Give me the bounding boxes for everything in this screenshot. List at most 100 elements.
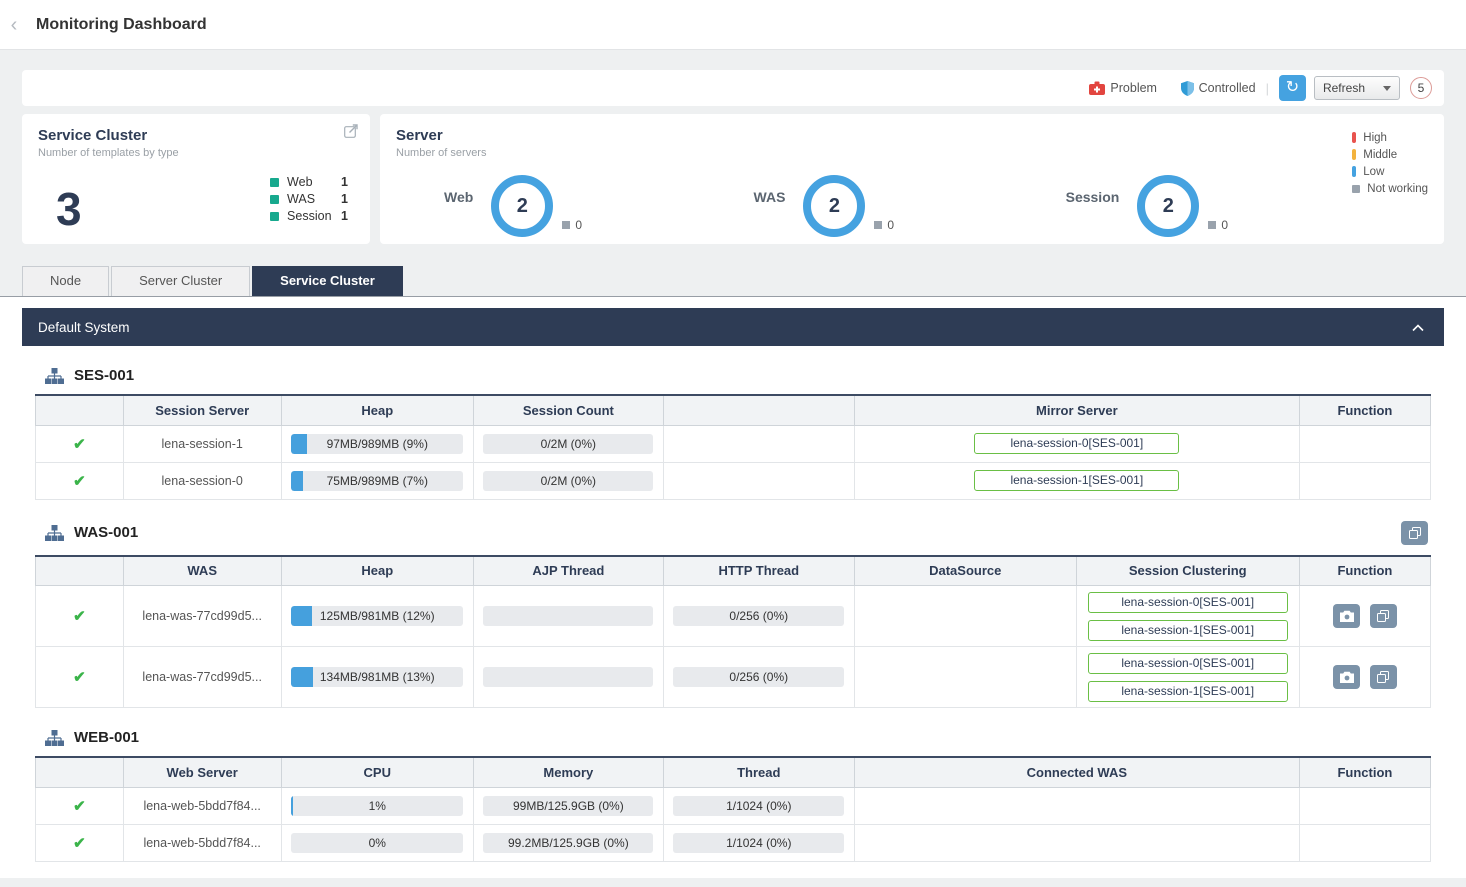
thread-dump-all-button[interactable] [1401,521,1428,545]
table-row: ✔ lena-was-77cd99d5... 134MB/981MB (13%)… [36,647,1431,708]
legend-label: WAS [287,192,341,206]
bar-fill [291,606,312,626]
cluster-icon [45,525,64,541]
copy-icon [1409,527,1421,539]
ajp-thread-bar [483,667,653,687]
legend-swatch [1352,132,1356,143]
session-clustering-button[interactable]: lena-session-0[SES-001] [1088,592,1288,613]
table-header-row: Web Server CPU Memory Thread Connected W… [36,757,1431,787]
refresh-interval-select[interactable]: Refresh [1314,76,1400,100]
server-name: lena-session-0 [123,462,281,499]
open-detail-icon[interactable] [344,124,358,143]
dashboard-toolbar: Problem Controlled | ↻ Refresh 5 [22,70,1444,106]
gauge-web: Web 2 0 [444,175,582,237]
problem-icon [1089,81,1105,95]
not-working-count: 0 [874,218,894,232]
column-header: Thread [663,757,854,787]
session-count-bar: 0/2M (0%) [483,471,653,491]
status-ok-icon: ✔ [73,436,86,453]
column-header: HTTP Thread [663,556,854,586]
blank-cell [663,425,854,462]
heap-usage-bar: 125MB/981MB (12%) [291,606,463,626]
chevron-up-icon [1412,324,1424,332]
thread-dump-button[interactable] [1370,604,1397,628]
refresh-icon: ↻ [1286,79,1299,96]
gauge-value: 2 [1163,195,1174,218]
app-header: ‹ Monitoring Dashboard [0,0,1466,50]
table-header-row: Session Server Heap Session Count Mirror… [36,395,1431,425]
mirror-server-button[interactable]: lena-session-0[SES-001] [974,433,1179,454]
copy-icon [1377,671,1389,683]
donut-gauge: 2 [491,175,553,237]
gauge-label: Web [444,189,473,237]
column-header [36,556,124,586]
thread-bar: 1/1024 (0%) [673,833,844,853]
gauge-was: WAS 2 0 [754,175,895,237]
collapse-button[interactable] [1408,316,1428,339]
cpu-usage-bar: 1% [291,796,463,816]
controlled-filter[interactable]: Controlled [1181,81,1256,96]
http-thread-bar: 0/256 (0%) [673,606,844,626]
status-ok-icon: ✔ [73,473,86,490]
heap-usage-bar: 75MB/989MB (7%) [291,471,463,491]
back-button[interactable]: ‹ [0,0,28,50]
not-working-icon [1208,221,1216,229]
datasource-cell [854,586,1076,647]
connected-was-cell [854,787,1299,824]
tab-service-cluster[interactable]: Service Cluster [252,266,403,296]
legend-value: 1 [341,192,348,206]
thread-dump-button[interactable] [1370,665,1397,689]
tab-server-cluster[interactable]: Server Cluster [111,266,250,296]
refresh-now-button[interactable]: ↻ [1279,75,1306,101]
column-header [36,395,124,425]
bar-fill [291,796,293,816]
controlled-label: Controlled [1199,81,1256,95]
connected-was-cell [854,824,1299,861]
problem-label: Problem [1110,81,1157,95]
column-header: Memory [474,757,664,787]
camera-icon [1340,610,1354,622]
table-row: ✔ lena-web-5bdd7f84... 0% 99.2MB/125.9GB… [36,824,1431,861]
tab-node[interactable]: Node [22,266,109,296]
session-clustering-button[interactable]: lena-session-1[SES-001] [1088,620,1288,641]
chevron-down-icon [1383,86,1391,91]
heap-dump-button[interactable] [1333,604,1360,628]
column-header: Function [1299,556,1430,586]
column-header: WAS [123,556,281,586]
legend-swatch [1352,166,1356,177]
column-header: CPU [281,757,474,787]
heap-usage-bar: 97MB/989MB (9%) [291,434,463,454]
severity-legend: High Middle Low Not working [1352,128,1428,198]
status-ok-icon: ✔ [73,835,86,852]
server-name: lena-was-77cd99d5... [123,647,281,708]
separator [1167,81,1171,96]
problem-filter[interactable]: Problem [1089,81,1157,95]
web-table: Web Server CPU Memory Thread Connected W… [35,756,1431,862]
system-title: Default System [38,320,130,335]
table-header-row: WAS Heap AJP Thread HTTP Thread DataSour… [36,556,1431,586]
card-subtitle: Number of servers [396,147,1428,159]
legend-item: Middle [1352,147,1428,162]
view-tabs: Node Server Cluster Service Cluster [0,266,1466,297]
function-cell [1299,462,1430,499]
legend-swatch [270,212,279,221]
session-clustering-button[interactable]: lena-session-0[SES-001] [1088,653,1288,674]
function-cell [1299,787,1430,824]
mirror-server-button[interactable]: lena-session-1[SES-001] [974,470,1179,491]
legend-swatch [1352,185,1360,193]
default-system-header[interactable]: Default System [22,308,1444,346]
not-working-icon [562,221,570,229]
legend-value: 1 [341,175,348,189]
column-header: Web Server [123,757,281,787]
refresh-interval-label: Refresh [1323,81,1365,95]
column-header: Mirror Server [854,395,1299,425]
session-clustering-button[interactable]: lena-session-1[SES-001] [1088,681,1288,702]
table-row: ✔ lena-web-5bdd7f84... 1% 99MB/125.9GB (… [36,787,1431,824]
server-name: lena-web-5bdd7f84... [123,824,281,861]
not-working-count: 0 [1208,218,1228,232]
card-title: Service Cluster [38,127,354,144]
blank-cell [663,462,854,499]
column-header: Function [1299,395,1430,425]
gauge-value: 2 [517,195,528,218]
heap-dump-button[interactable] [1333,665,1360,689]
